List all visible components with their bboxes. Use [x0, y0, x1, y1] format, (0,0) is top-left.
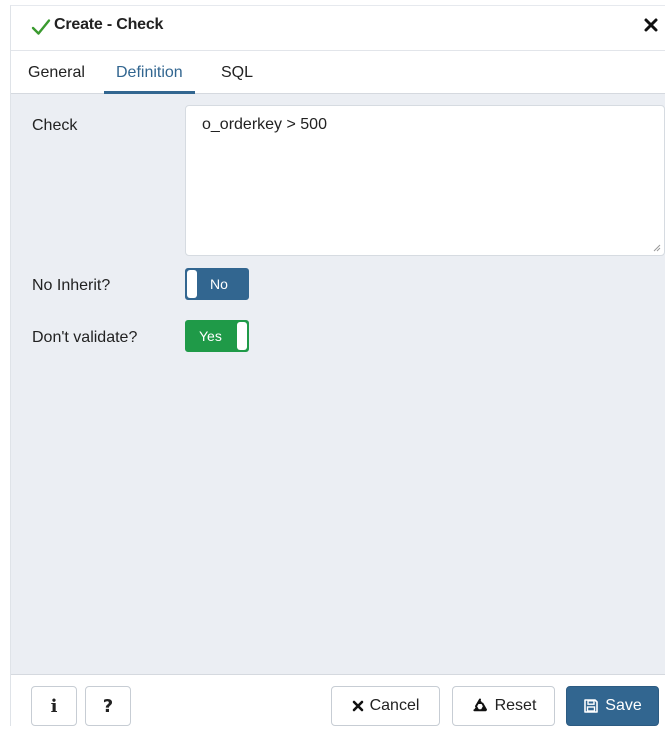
tab-sql[interactable]: SQL [209, 51, 265, 94]
dont-validate-label: Don't validate? [32, 329, 138, 346]
dialog-footer: i ? Cancel Reset Save [11, 674, 665, 727]
toggle-knob [187, 270, 197, 298]
no-inherit-label: No Inherit? [32, 277, 111, 294]
dont-validate-toggle-text: Yes [199, 328, 222, 344]
recycle-icon [472, 698, 487, 712]
tab-general[interactable]: General [16, 51, 97, 94]
cancel-label: Cancel [369, 697, 420, 714]
check-expression-value: o_orderkey > 500 [202, 116, 327, 133]
save-label: Save [605, 697, 642, 714]
no-inherit-toggle-text: No [210, 276, 228, 292]
dialog-title: Create - Check [54, 16, 164, 33]
close-icon[interactable] [642, 16, 660, 34]
resize-grip-icon[interactable] [651, 242, 661, 252]
save-button[interactable]: Save [566, 686, 659, 726]
reset-button[interactable]: Reset [452, 686, 555, 726]
no-inherit-toggle[interactable]: No [185, 268, 249, 300]
reset-label: Reset [494, 697, 537, 714]
help-button[interactable]: ? [85, 686, 131, 726]
tab-bar: General Definition SQL [11, 50, 665, 94]
check-expression-textarea[interactable]: o_orderkey > 500 [185, 105, 665, 256]
help-icon: ? [102, 695, 114, 717]
tab-definition[interactable]: Definition [104, 51, 195, 94]
check-label: Check [32, 117, 78, 134]
create-check-dialog: Create - Check General Definition SQL Ch… [10, 5, 665, 727]
checkmark-icon [31, 19, 51, 35]
dialog-titlebar: Create - Check [11, 6, 665, 46]
floppy-disk-icon [584, 699, 599, 713]
info-icon: i [50, 695, 58, 717]
close-icon [352, 700, 363, 712]
definition-panel: Check o_orderkey > 500 No Inherit? No Do… [11, 94, 665, 674]
info-button[interactable]: i [31, 686, 77, 726]
toggle-knob [237, 322, 247, 350]
dont-validate-toggle[interactable]: Yes [185, 320, 249, 352]
cancel-button[interactable]: Cancel [331, 686, 440, 726]
